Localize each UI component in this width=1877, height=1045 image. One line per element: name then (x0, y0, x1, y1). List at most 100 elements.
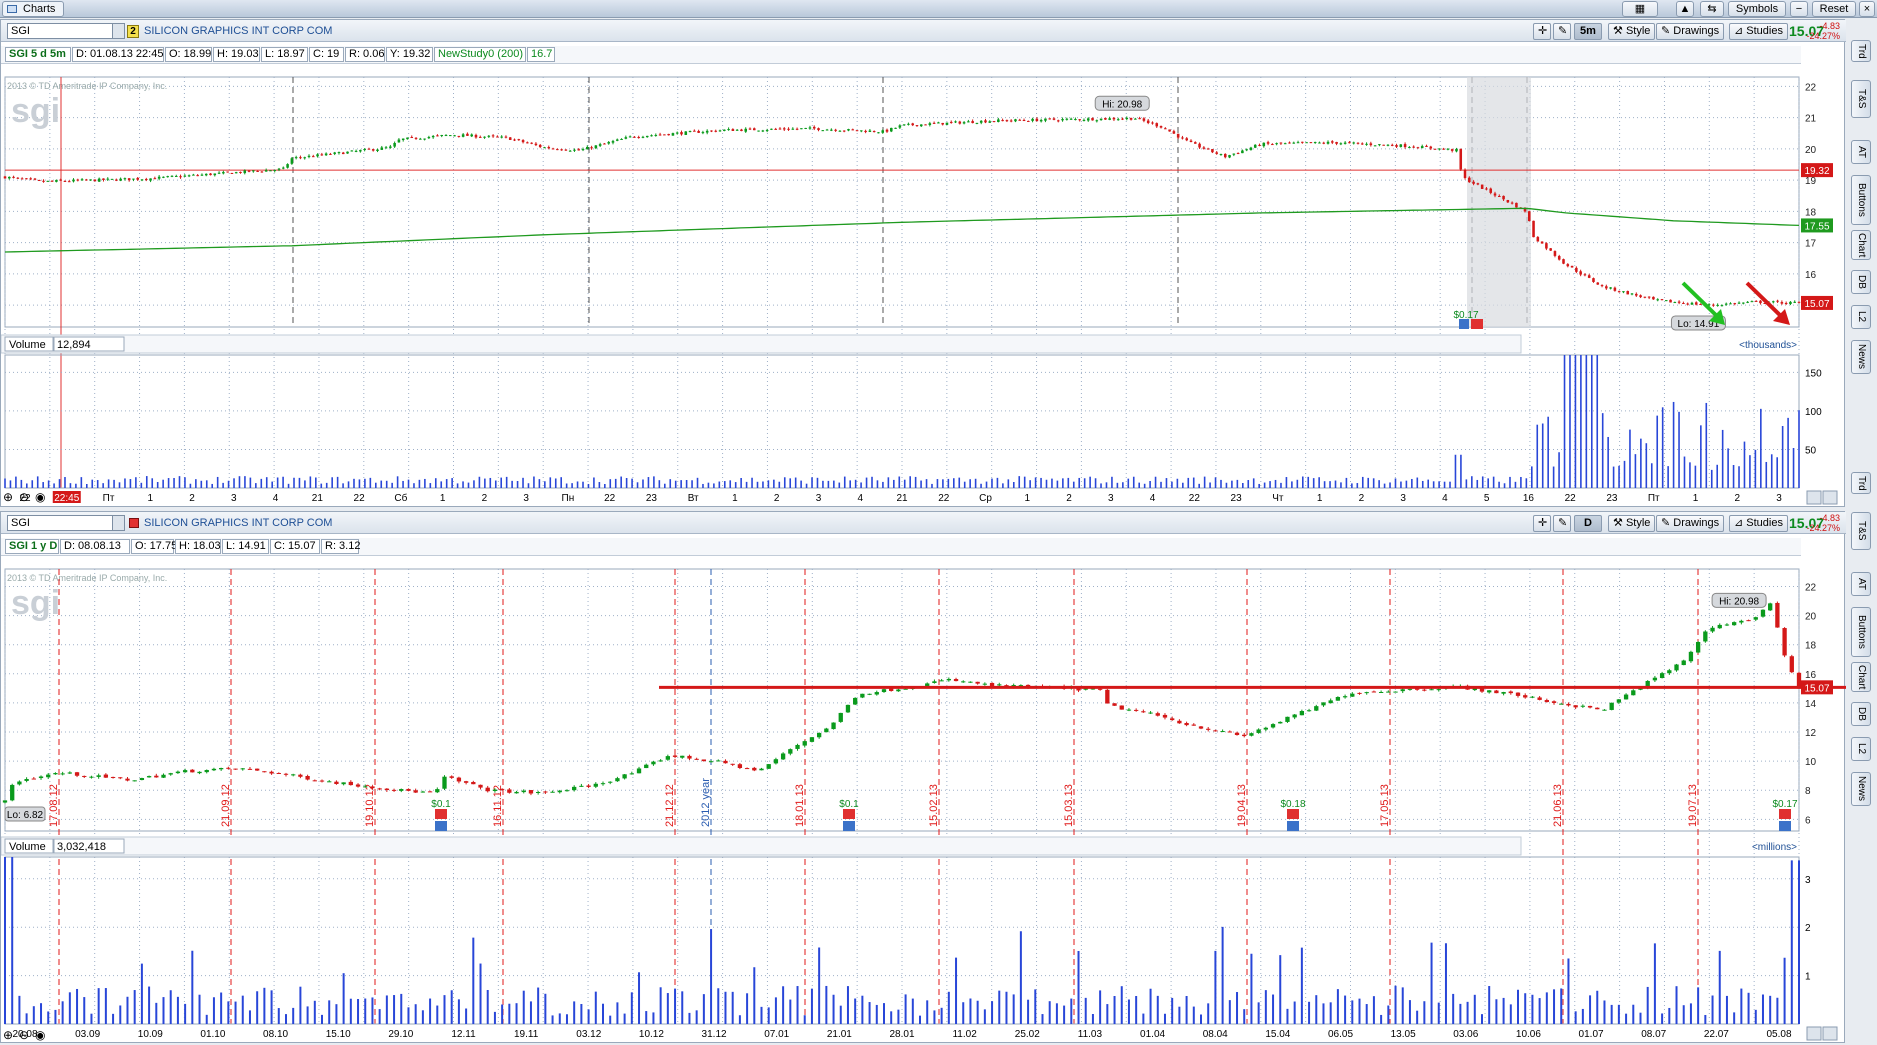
candle-body (38, 776, 44, 779)
candle-body (123, 178, 127, 180)
candle-body (380, 147, 384, 150)
candle-body (1181, 137, 1184, 139)
chart1-aggregation-button[interactable]: 5m (1574, 23, 1602, 40)
chart1-pan-icon[interactable]: ◉ (35, 490, 45, 504)
x-tick-label: 08.10 (263, 1029, 288, 1040)
candle-body (997, 684, 1002, 686)
chart1-zoom-in-icon[interactable]: ⊕ (3, 490, 13, 504)
side-tab-news[interactable]: News (1851, 340, 1871, 374)
candle-body (89, 179, 92, 181)
candle-body (1245, 149, 1248, 151)
y-tick-label: 8 (1805, 786, 1811, 797)
side-tab-db[interactable]: DB (1851, 270, 1871, 294)
side-tab-lower-trd[interactable]: Trd (1851, 472, 1871, 494)
candle-body (1202, 147, 1206, 149)
side-tab-trd[interactable]: Trd (1851, 40, 1871, 62)
candle-body (1069, 118, 1073, 120)
chart2-pan-icon[interactable]: ◉ (35, 1028, 45, 1042)
candle-body (551, 148, 555, 150)
candle-body (1108, 118, 1111, 120)
chart1-plot[interactable]: 15161718192021222013 © TD Ameritrade IP … (1, 65, 1846, 507)
chart1-crosshair-icon[interactable]: ✛ (1533, 23, 1551, 40)
link-icon[interactable]: ⇆ (1700, 1, 1724, 17)
chart2-plot[interactable]: 68101214161820222013 © TD Ameritrade IP … (1, 557, 1846, 1043)
chart2-symbol-input[interactable]: SGI (7, 515, 125, 531)
candle-body (1151, 122, 1154, 124)
chart2-aggregation-button[interactable]: D (1574, 515, 1602, 532)
candle-body (179, 176, 182, 178)
candle-body (334, 781, 339, 784)
candle-body (333, 152, 336, 154)
chart2-link-icon[interactable] (129, 518, 139, 528)
side-tab-lower-l2[interactable]: L2 (1851, 737, 1871, 761)
candle-body (902, 124, 906, 126)
candle-body (1602, 709, 1607, 711)
side-tab-lower-chart[interactable]: Chart (1851, 662, 1871, 692)
candle-body (82, 775, 87, 777)
candle-body (731, 129, 735, 131)
side-tab-lower-buttons[interactable]: Buttons (1851, 607, 1871, 657)
symbols-button[interactable]: Symbols (1728, 1, 1786, 17)
earnings-icon (843, 821, 855, 831)
candle-body (324, 153, 328, 156)
candle-body (624, 137, 628, 139)
chart1-studies-button[interactable]: ⊿ Studies (1729, 23, 1788, 40)
tab-charts[interactable]: Charts (2, 1, 65, 17)
candle-body (1134, 709, 1139, 711)
side-tab-lower-ts[interactable]: T&S (1851, 512, 1871, 550)
chart1-info-study: NewStudy0 (200) (434, 47, 526, 62)
chart1-style-button[interactable]: ⚒ Style (1608, 23, 1656, 40)
close-icon[interactable]: × (1859, 1, 1875, 17)
chart1-drawings-button[interactable]: ✎ Drawings (1656, 23, 1725, 40)
candle-body (283, 773, 289, 775)
candle-body (521, 790, 526, 793)
candle-body (1142, 118, 1146, 121)
reset-button[interactable]: Reset (1812, 1, 1856, 17)
chevron-down-icon[interactable] (112, 516, 124, 530)
candle-body (765, 130, 769, 132)
alerts-icon[interactable]: ▲ (1676, 1, 1694, 17)
chart2-style-button[interactable]: ⚒ Style (1608, 515, 1656, 532)
chart2-studies-button[interactable]: ⊿ Studies (1729, 515, 1788, 532)
chart2-crosshair-icon[interactable]: ✛ (1533, 515, 1551, 532)
grid-layout-button[interactable]: ▦ (1622, 1, 1658, 17)
side-tab-at[interactable]: AT (1851, 140, 1871, 164)
chart1-link-badge[interactable]: 2 (127, 25, 139, 38)
y-tick-label: 18 (1805, 641, 1817, 652)
side-tab-l2[interactable]: L2 (1851, 305, 1871, 329)
chart2-drawings-button[interactable]: ✎ Drawings (1656, 515, 1725, 532)
candle-body (1420, 146, 1424, 149)
x-tick-label: 2 (482, 493, 488, 504)
chart2-panel: SGI SILICON GRAPHICS INT CORP COM ✛ ✎ D … (0, 511, 1846, 1043)
side-tab-chart[interactable]: Chart (1851, 230, 1871, 260)
candle-body (564, 149, 568, 151)
chart1-info-date: D: 01.08.13 22:45 (72, 47, 164, 62)
candle-body (1403, 144, 1407, 148)
candle-body (671, 133, 675, 136)
candle-body (1112, 117, 1116, 120)
chart2-drawing-tool-icon[interactable]: ✎ (1553, 515, 1571, 532)
chart1-symbol-input[interactable]: SGI (7, 23, 125, 39)
candle-body (1677, 301, 1681, 303)
minus-icon[interactable]: − (1790, 1, 1808, 17)
candle-body (687, 755, 692, 759)
side-tab-lower-news[interactable]: News (1851, 772, 1871, 806)
candle-body (1097, 688, 1103, 690)
candle-body (954, 121, 957, 123)
candle-body (778, 128, 782, 130)
side-tab-ts[interactable]: T&S (1851, 80, 1871, 118)
chart2-zoom-out-icon[interactable]: ⊖ (19, 1028, 29, 1042)
candle-body (864, 130, 867, 133)
x-tick-label: 01.07 (1579, 1029, 1604, 1040)
candle-body (1596, 282, 1600, 285)
side-tab-lower-db[interactable]: DB (1851, 702, 1871, 726)
x-tick-label: 08.04 (1203, 1029, 1228, 1040)
candle-body (1078, 119, 1081, 121)
side-tab-buttons[interactable]: Buttons (1851, 175, 1871, 225)
chevron-down-icon[interactable] (112, 24, 124, 38)
chart1-drawing-tool-icon[interactable]: ✎ (1553, 23, 1571, 40)
side-tab-lower-at[interactable]: AT (1851, 572, 1871, 596)
chart2-zoom-in-icon[interactable]: ⊕ (3, 1028, 13, 1042)
candle-body (513, 139, 516, 141)
chart1-zoom-out-icon[interactable]: ⊖ (19, 490, 29, 504)
